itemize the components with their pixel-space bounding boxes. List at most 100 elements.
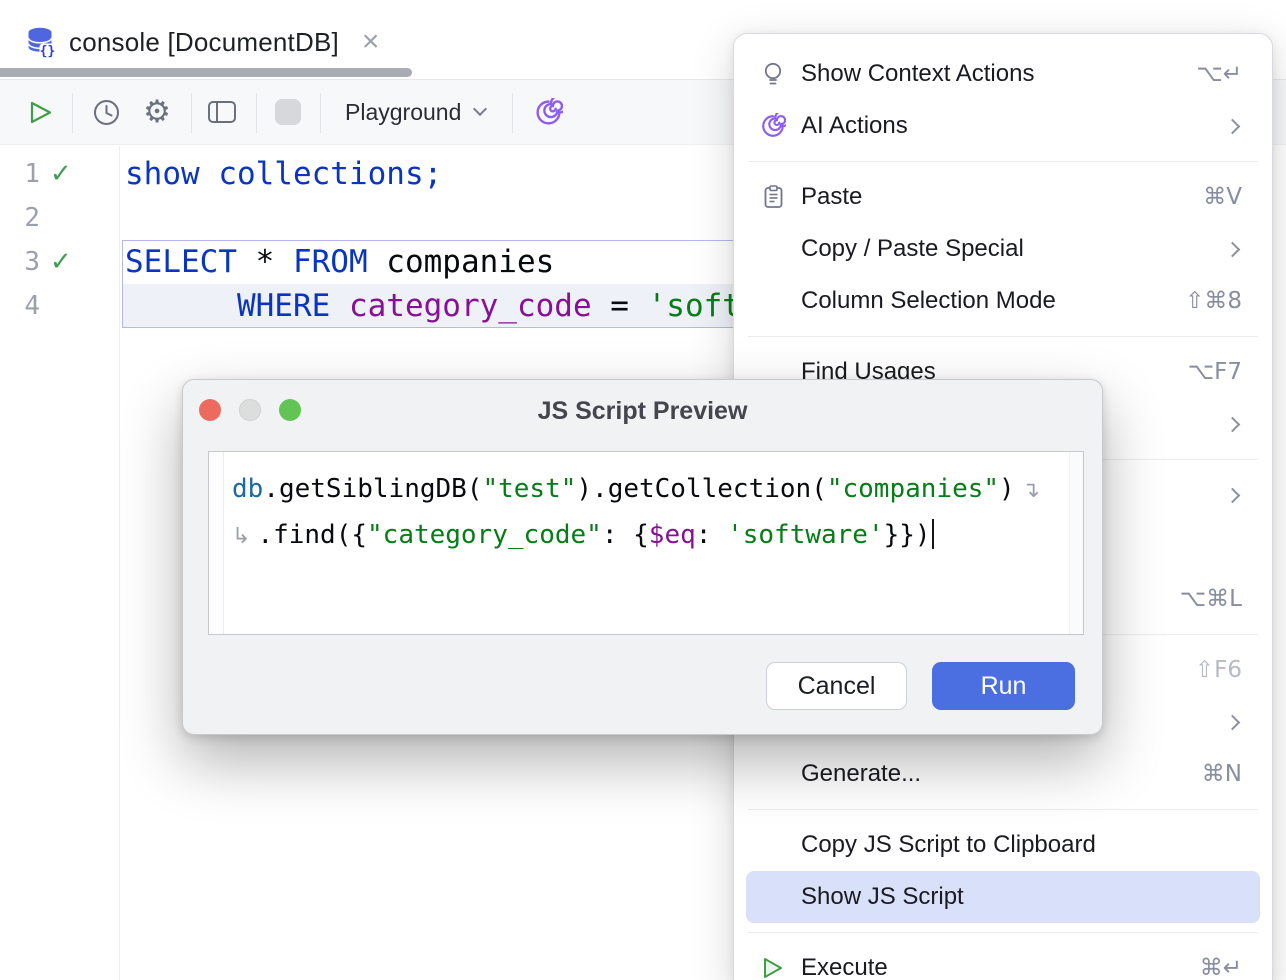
js-code-line: ↳ .find({"category_code": {$eq: 'softwar… [232, 512, 1040, 558]
tabbar-scrollbar[interactable] [0, 68, 412, 77]
execute-play-icon [760, 955, 786, 980]
gear-icon: ⚙ [143, 97, 171, 128]
menu-item-show-js-script[interactable]: Show JS Script [746, 871, 1260, 923]
menu-item-label: Generate... [801, 760, 921, 788]
js-script-code-editor[interactable]: db.getSiblingDB("test").getCollection("c… [208, 451, 1084, 635]
menu-item-execute[interactable]: Execute ⌘↵ [746, 942, 1260, 980]
code-segment: .getSiblingDB( [263, 474, 482, 504]
menu-separator [748, 336, 1258, 337]
run-play-icon [27, 99, 54, 126]
code-line: WHERE category_code = 'software' [125, 284, 834, 328]
layout-panel-icon [207, 99, 237, 125]
text-caret [932, 519, 934, 549]
line-number: 2 [0, 196, 40, 240]
code-segment: * [237, 244, 293, 280]
line-number: 3 [0, 240, 40, 284]
code-segment: : [696, 520, 727, 550]
minimize-window-button[interactable] [239, 399, 261, 421]
js-script-preview-dialog: JS Script Preview db.getSiblingDB("test"… [182, 379, 1103, 735]
code-line: show collections; [125, 152, 442, 196]
line-number: 4 [0, 284, 40, 328]
lightbulb-icon [760, 61, 786, 87]
code-segment: 'software' [727, 520, 884, 550]
run-button[interactable] [22, 80, 58, 144]
code-segment: ) [999, 474, 1015, 504]
menu-item-copy-js-script-to-clipboard[interactable]: Copy JS Script to Clipboard [746, 819, 1260, 871]
stop-button[interactable] [270, 80, 306, 144]
menu-item-shortcut: ⌘N [1202, 761, 1242, 787]
code-segment: .find({ [257, 520, 367, 550]
code-segment: $eq [649, 520, 696, 550]
close-window-button[interactable] [199, 399, 221, 421]
menu-item-generate[interactable]: Generate... ⌘N [746, 748, 1260, 800]
menu-item-paste[interactable]: Paste⌘V [746, 171, 1260, 223]
code-segment: : { [602, 520, 649, 550]
toolbar-separator [191, 93, 192, 133]
menu-separator [748, 161, 1258, 162]
menu-item-shortcut: ⌥F7 [1188, 359, 1242, 385]
soft-wrap-icon: ↳ [232, 524, 257, 549]
code-segment: ).getCollection( [576, 474, 826, 504]
code-segment: db [232, 474, 263, 504]
run-button-dialog[interactable]: Run [932, 662, 1075, 710]
menu-item-label: Show JS Script [801, 883, 964, 911]
menu-item-shortcut: ⌥⌘L [1180, 586, 1242, 612]
toolbar-separator [256, 93, 257, 133]
menu-separator [748, 932, 1258, 933]
stop-icon [275, 99, 301, 125]
code-segment: "companies" [827, 474, 999, 504]
menu-item-show-context-actions[interactable]: Show Context Actions⌥↵ [746, 48, 1260, 100]
svg-text:{}: {} [40, 44, 56, 58]
code-segment [125, 288, 237, 324]
menu-item-label: Execute [801, 954, 888, 980]
toggle-panel-button[interactable] [204, 80, 240, 144]
menu-item-shortcut: ⌘↵ [1200, 955, 1242, 980]
executed-check-icon: ✓ [50, 152, 72, 196]
submenu-chevron-icon [1225, 487, 1241, 503]
menu-item-shortcut: ⌘V [1203, 184, 1242, 210]
app-window: {} console [DocumentDB] × ⚙ [0, 0, 1286, 980]
code-segment: WHERE [237, 288, 330, 324]
code-lines: db.getSiblingDB("test").getCollection("c… [232, 466, 1040, 558]
menu-item-shortcut: ⇧F6 [1195, 657, 1242, 683]
code-segment: "test" [482, 474, 576, 504]
menu-item-label: Copy / Paste Special [801, 235, 1024, 263]
submenu-chevron-icon [1225, 241, 1241, 257]
line-number: 1 [0, 152, 40, 196]
executed-check-icon: ✓ [50, 240, 72, 284]
tab-console-documentdb[interactable]: {} console [DocumentDB] × [26, 18, 379, 66]
menu-item-copy-paste-special[interactable]: Copy / Paste Special [746, 223, 1260, 275]
menu-item-label: AI Actions [801, 112, 908, 140]
code-scrollbar[interactable] [1069, 452, 1083, 634]
playground-label: Playground [345, 99, 461, 126]
zoom-window-button[interactable] [279, 399, 301, 421]
ai-swirl-icon [760, 113, 786, 139]
menu-item-shortcut: ⇧⌘8 [1185, 288, 1242, 314]
dialog-titlebar[interactable]: JS Script Preview [183, 380, 1102, 440]
code-segment: category_code [349, 288, 592, 324]
history-button[interactable] [88, 80, 124, 144]
menu-item-column-selection-mode[interactable]: Column Selection Mode ⇧⌘8 [746, 275, 1260, 327]
code-segment: = [592, 288, 648, 324]
clock-icon [92, 98, 121, 127]
tab-title: console [DocumentDB] [69, 27, 339, 58]
playground-dropdown[interactable]: Playground [345, 80, 485, 144]
code-segment [330, 288, 349, 324]
menu-separator [748, 809, 1258, 810]
menu-item-ai-actions[interactable]: AI Actions [746, 100, 1260, 152]
js-code-line: db.getSiblingDB("test").getCollection("c… [232, 466, 1040, 512]
code-segment: "category_code" [367, 520, 602, 550]
menu-item-label: Show Context Actions [801, 60, 1034, 88]
clipboard-icon [760, 184, 786, 210]
cancel-button[interactable]: Cancel [766, 662, 907, 710]
code-segment: companies [368, 244, 555, 280]
code-segment: show collections; [125, 156, 442, 192]
menu-item-label: Column Selection Mode [801, 287, 1056, 315]
code-segment: FROM [293, 244, 368, 280]
submenu-chevron-icon [1225, 118, 1241, 134]
tab-close-icon[interactable]: × [362, 27, 380, 57]
toolbar-separator [72, 93, 73, 133]
settings-button[interactable]: ⚙ [139, 80, 175, 144]
database-icon: {} [26, 26, 56, 58]
ai-assistant-button[interactable] [530, 80, 566, 144]
